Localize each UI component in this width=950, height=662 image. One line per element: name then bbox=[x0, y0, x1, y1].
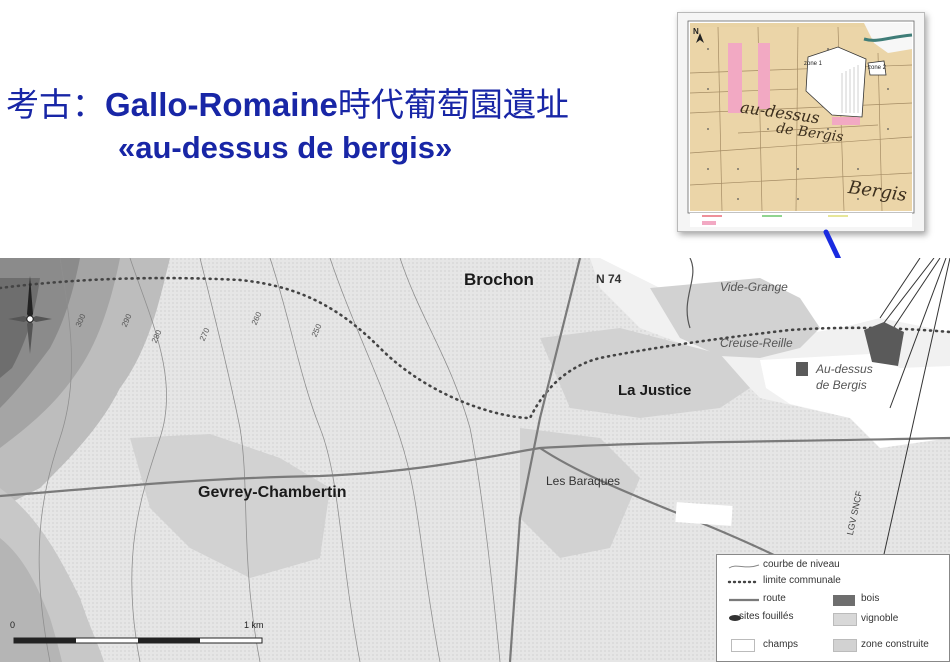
inset-north-label: N bbox=[693, 27, 699, 36]
zone-1-label: zone 1 bbox=[804, 61, 823, 67]
label-n74: N 74 bbox=[596, 272, 622, 286]
title-latin: Gallo-Romaine bbox=[105, 86, 338, 123]
legend-vineyard: vignoble bbox=[861, 613, 899, 624]
label-brochon: Brochon bbox=[464, 270, 534, 289]
label-au-dessus: Au-dessus bbox=[816, 362, 873, 376]
scale-bar: 0 1 km bbox=[8, 616, 274, 651]
label-la-justice: La Justice bbox=[618, 382, 692, 399]
pink-strip-3 bbox=[832, 117, 860, 125]
cadastral-inset-map: N zone 1 zone 2 au-dessus de Bergis Berg… bbox=[677, 12, 925, 232]
legend-built: zone construite bbox=[861, 639, 929, 650]
map-legend: courbe de niveau limite communale route … bbox=[716, 554, 950, 662]
legend-built-symbol bbox=[833, 639, 857, 652]
label-gevrey-chambertin: Gevrey-Chambertin bbox=[198, 484, 347, 501]
legend-wood-symbol bbox=[833, 595, 855, 606]
scale-end: 1 km bbox=[244, 620, 264, 630]
legend-boundary: limite communale bbox=[763, 575, 841, 586]
title-prefix: 考古： bbox=[6, 85, 105, 124]
title-line-1: 考古：Gallo-Romaine時代葡萄園遺址 bbox=[6, 78, 569, 126]
legend-contour-symbol bbox=[728, 564, 760, 569]
label-les-baraques: Les Baraques bbox=[546, 474, 621, 488]
legend-road: route bbox=[763, 593, 786, 604]
legend-field: champs bbox=[763, 639, 799, 650]
legend-boundary-symbol bbox=[727, 580, 761, 584]
label-creuse-reille: Creuse-Reille bbox=[720, 336, 793, 350]
title-line-2: «au-dessus de bergis» bbox=[118, 130, 453, 165]
legend-road-symbol bbox=[729, 598, 759, 602]
label-vide-grange: Vide-Grange bbox=[720, 280, 788, 294]
legend-vineyard-symbol bbox=[833, 613, 857, 626]
label-de-bergis: de Bergis bbox=[816, 378, 867, 392]
site-au-dessus bbox=[796, 362, 808, 376]
legend-site: sites fouillés bbox=[739, 611, 794, 622]
legend-contour: courbe de niveau bbox=[763, 559, 840, 570]
title-suffix: 時代葡萄園遺址 bbox=[337, 85, 569, 124]
scale-start: 0 bbox=[10, 620, 16, 630]
legend-wood: bois bbox=[861, 593, 880, 604]
legend-field-symbol bbox=[731, 639, 755, 652]
zone-2-label: zone 2 bbox=[868, 65, 887, 71]
